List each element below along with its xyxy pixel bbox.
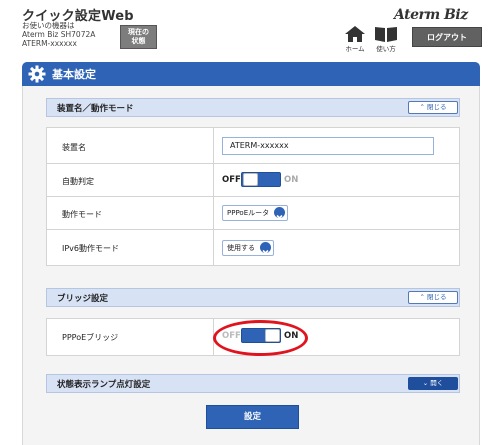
logout-button[interactable]: ログアウト [412, 27, 482, 47]
mode-select-value: PPPoEルータ [227, 209, 270, 217]
mode-label: 動作モード [62, 210, 102, 219]
brand-logo: Aterm Biz [394, 7, 468, 23]
current-status-button[interactable]: 現在の 状態 [120, 25, 157, 49]
auto-detect-on-label: ON [284, 175, 299, 185]
ipv6-select-value: 使用する [227, 244, 255, 252]
page-title: 基本設定 [52, 68, 96, 81]
chevron-up-icon: ⌃ [419, 103, 425, 111]
section-lamp-title: 状態表示ランプ点灯設定 [57, 380, 151, 390]
home-button[interactable] [344, 25, 366, 43]
chevron-down-icon [274, 207, 285, 220]
current-status-label-2: 状態 [131, 37, 146, 45]
device-info-line-1: お使いの機器は [22, 21, 75, 30]
help-label: 使い方 [376, 45, 396, 53]
expand-label: 開く [430, 379, 444, 387]
section-lamp-expand-button[interactable]: ⌄ 開く [408, 377, 458, 390]
chevron-down-icon [260, 242, 271, 255]
section-device-collapse-button[interactable]: ⌃ 閉じる [408, 101, 458, 114]
home-icon [345, 26, 365, 42]
section-bridge-header [46, 288, 460, 307]
chevron-up-icon: ⌃ [419, 293, 425, 301]
gear-icon [28, 65, 46, 83]
pppoe-bridge-label: PPPoEブリッジ [62, 333, 119, 342]
section-bridge-title: ブリッジ設定 [57, 294, 109, 304]
device-model: Aterm Biz SH7072A [22, 30, 96, 39]
help-button[interactable] [374, 25, 398, 43]
apply-button[interactable]: 設定 [206, 405, 299, 429]
home-label: ホーム [345, 45, 365, 53]
section-device-title: 装置名／動作モード [57, 104, 134, 114]
collapse-label: 閉じる [427, 103, 447, 111]
auto-detect-toggle[interactable] [241, 172, 281, 187]
auto-detect-label: 自動判定 [62, 177, 94, 186]
chevron-down-icon: ⌄ [422, 379, 429, 387]
collapse-label: 閉じる [427, 293, 447, 301]
auto-detect-off-label: OFF [222, 175, 241, 185]
toggle-knob [243, 173, 258, 186]
device-hostname: ATERM-xxxxxx [22, 39, 77, 48]
highlight-ellipse [213, 320, 308, 356]
book-icon [375, 27, 397, 42]
section-bridge-collapse-button[interactable]: ⌃ 閉じる [408, 291, 458, 304]
ipv6-label: IPv6動作モード [62, 244, 120, 253]
device-name-input[interactable]: ATERM-xxxxxx [222, 137, 434, 155]
current-status-label-1: 現在の [128, 28, 149, 36]
device-name-label: 装置名 [62, 143, 86, 152]
